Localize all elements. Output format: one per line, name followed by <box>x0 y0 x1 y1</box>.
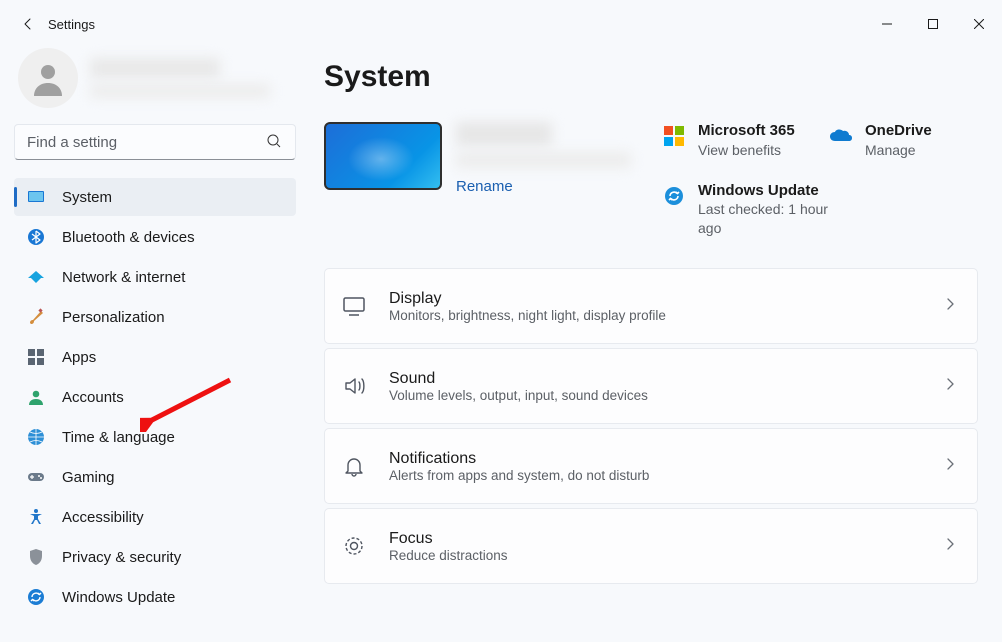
card-notifications[interactable]: Notifications Alerts from apps and syste… <box>324 428 978 504</box>
card-sound[interactable]: Sound Volume levels, output, input, soun… <box>324 348 978 424</box>
device-name-redacted <box>456 122 552 146</box>
onedrive-icon <box>829 124 853 148</box>
sidebar-item-label: Accessibility <box>62 509 144 526</box>
status-sub: View benefits <box>698 141 795 160</box>
card-display[interactable]: Display Monitors, brightness, night ligh… <box>324 268 978 344</box>
sidebar-item-label: Time & language <box>62 429 175 446</box>
card-title: Sound <box>389 370 921 388</box>
bell-icon <box>341 453 367 479</box>
status-microsoft-365[interactable]: Microsoft 365 View benefits <box>662 122 811 160</box>
chevron-right-icon <box>943 377 957 396</box>
sidebar-item-network[interactable]: Network & internet <box>14 258 296 296</box>
status-title: OneDrive <box>865 122 932 141</box>
profile-name-redacted <box>90 58 220 78</box>
apps-icon <box>26 347 46 367</box>
focus-icon <box>341 533 367 559</box>
sidebar-item-label: Accounts <box>62 389 124 406</box>
status-title: Microsoft 365 <box>698 122 795 141</box>
sidebar-item-windows-update[interactable]: Windows Update <box>14 578 296 616</box>
card-sub: Volume levels, output, input, sound devi… <box>389 388 921 403</box>
card-sub: Monitors, brightness, night light, displ… <box>389 308 921 323</box>
chevron-right-icon <box>943 297 957 316</box>
back-button[interactable] <box>8 4 48 44</box>
accounts-icon <box>26 387 46 407</box>
card-title: Notifications <box>389 450 921 468</box>
device-info[interactable]: Rename <box>324 122 644 238</box>
nav-list: System Bluetooth & devices Network & int… <box>14 178 296 616</box>
sidebar-item-label: Personalization <box>62 309 165 326</box>
sound-icon <box>341 373 367 399</box>
card-sub: Alerts from apps and system, do not dist… <box>389 468 921 483</box>
minimize-button[interactable] <box>864 8 910 40</box>
profile-email-redacted <box>90 84 270 98</box>
status-onedrive[interactable]: OneDrive Manage <box>829 122 978 160</box>
chevron-right-icon <box>943 457 957 476</box>
sidebar-item-privacy[interactable]: Privacy & security <box>14 538 296 576</box>
maximize-button[interactable] <box>910 8 956 40</box>
search-icon <box>266 133 282 154</box>
profile-block[interactable] <box>14 48 296 108</box>
wifi-icon <box>26 267 46 287</box>
sidebar-item-accounts[interactable]: Accounts <box>14 378 296 416</box>
sidebar-item-label: Apps <box>62 349 96 366</box>
card-title: Focus <box>389 530 921 548</box>
sidebar-item-label: Privacy & security <box>62 549 181 566</box>
sidebar-item-label: Gaming <box>62 469 115 486</box>
shield-icon <box>26 547 46 567</box>
sidebar-item-personalization[interactable]: Personalization <box>14 298 296 336</box>
gaming-icon <box>26 467 46 487</box>
sidebar-item-gaming[interactable]: Gaming <box>14 458 296 496</box>
card-focus[interactable]: Focus Reduce distractions <box>324 508 978 584</box>
sidebar-item-system[interactable]: System <box>14 178 296 216</box>
accessibility-icon <box>26 507 46 527</box>
sidebar-item-bluetooth[interactable]: Bluetooth & devices <box>14 218 296 256</box>
sidebar-item-label: Windows Update <box>62 589 175 606</box>
update-icon <box>26 587 46 607</box>
search-container <box>14 124 296 160</box>
sidebar: System Bluetooth & devices Network & int… <box>14 48 308 642</box>
status-windows-update[interactable]: Windows Update Last checked: 1 hour ago <box>662 182 852 239</box>
sidebar-item-label: Network & internet <box>62 269 185 286</box>
avatar <box>18 48 78 108</box>
card-sub: Reduce distractions <box>389 548 921 563</box>
system-icon <box>26 187 46 207</box>
close-button[interactable] <box>956 8 1002 40</box>
device-model-redacted <box>456 152 631 168</box>
status-sub: Manage <box>865 141 932 160</box>
sidebar-item-label: Bluetooth & devices <box>62 229 195 246</box>
search-input[interactable] <box>14 124 296 160</box>
main-content: System Rename Microsoft 365 View b <box>308 48 1002 642</box>
rename-link[interactable]: Rename <box>456 178 513 195</box>
page-title: System <box>324 60 978 94</box>
sidebar-item-time-language[interactable]: Time & language <box>14 418 296 456</box>
status-title: Windows Update <box>698 182 852 201</box>
globe-icon <box>26 427 46 447</box>
sidebar-item-label: System <box>62 189 112 206</box>
window-title: Settings <box>48 17 95 32</box>
device-thumbnail <box>324 122 442 190</box>
brush-icon <box>26 307 46 327</box>
sidebar-item-accessibility[interactable]: Accessibility <box>14 498 296 536</box>
sidebar-item-apps[interactable]: Apps <box>14 338 296 376</box>
microsoft-365-icon <box>662 124 686 148</box>
card-title: Display <box>389 290 921 308</box>
display-icon <box>341 293 367 319</box>
status-sub: Last checked: 1 hour ago <box>698 200 852 238</box>
update-icon <box>662 184 686 208</box>
chevron-right-icon <box>943 537 957 556</box>
bluetooth-icon <box>26 227 46 247</box>
